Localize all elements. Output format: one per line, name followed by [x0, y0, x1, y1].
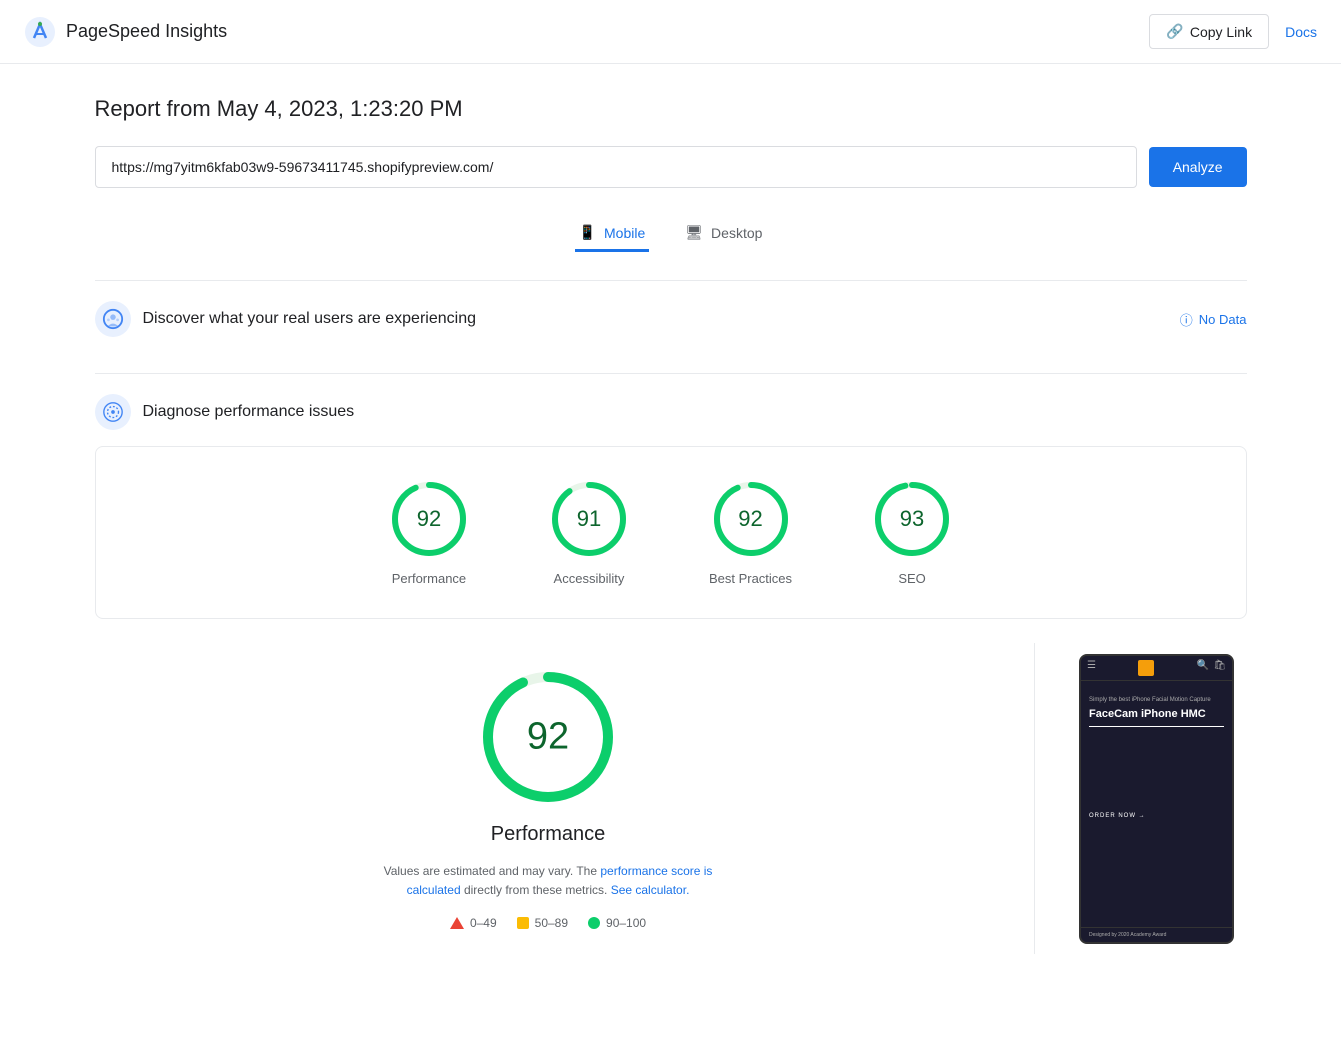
pagespeed-logo-icon [24, 16, 56, 48]
desktop-icon: 🖥 [685, 224, 703, 241]
performance-detail: 92 Performance Values are estimated and … [95, 643, 1247, 954]
phone-nav: ☰ 🔍 🛍 [1081, 656, 1232, 681]
score-card-best-practices[interactable]: 92 Best Practices [709, 479, 792, 586]
no-data-badge: ⓘ No Data [1180, 310, 1247, 329]
legend-mid-label: 50–89 [535, 916, 568, 930]
tab-mobile[interactable]: 📱 Mobile [575, 216, 650, 252]
discover-section: Discover what your real users are experi… [95, 280, 1247, 373]
url-input[interactable] [95, 146, 1137, 188]
legend-triangle-icon [450, 917, 464, 929]
link-icon: 🔗 [1166, 23, 1183, 40]
score-card-accessibility[interactable]: 91 Accessibility [549, 479, 629, 586]
legend-low-label: 0–49 [470, 916, 497, 930]
analyze-button[interactable]: Analyze [1149, 147, 1247, 187]
no-data-label: No Data [1199, 312, 1247, 327]
desktop-tab-label: Desktop [711, 225, 762, 241]
app-title: PageSpeed Insights [66, 21, 227, 42]
device-tabs: 📱 Mobile 🖥 Desktop [95, 216, 1247, 252]
phone-title-underline [1089, 726, 1224, 727]
phone-cta: ORDER NOW → [1081, 807, 1232, 825]
info-icon: ⓘ [1180, 310, 1193, 329]
performance-score-value: 92 [417, 506, 441, 532]
app-header: PageSpeed Insights 🔗 Copy Link Docs [0, 0, 1341, 64]
legend-high: 90–100 [588, 916, 646, 930]
vertical-divider [1034, 643, 1035, 954]
discover-section-left: Discover what your real users are experi… [95, 301, 476, 337]
perf-desc-mid: directly from these metrics. [464, 883, 607, 897]
performance-detail-left: 92 Performance Values are estimated and … [95, 643, 1002, 954]
best-practices-score-value: 92 [738, 506, 762, 532]
phone-menu-icon: ☰ [1087, 660, 1096, 676]
score-cards: 92 Performance 91 Accessibility [95, 446, 1247, 619]
performance-detail-right: ☰ 🔍 🛍 Simply the best iPhone Facial Moti… [1067, 643, 1247, 954]
performance-big-circle: 92 [478, 667, 618, 807]
docs-link[interactable]: Docs [1285, 24, 1317, 40]
performance-score-circle: 92 [389, 479, 469, 559]
phone-logo [1138, 660, 1154, 676]
legend-circle-icon [588, 917, 600, 929]
copy-link-button[interactable]: 🔗 Copy Link [1149, 14, 1269, 49]
legend-low: 0–49 [450, 916, 497, 930]
discover-section-title: Discover what your real users are experi… [143, 310, 476, 328]
perf-desc-static: Values are estimated and may vary. The [384, 864, 597, 878]
accessibility-score-label: Accessibility [554, 571, 625, 586]
legend-high-label: 90–100 [606, 916, 646, 930]
phone-screenshot: ☰ 🔍 🛍 Simply the best iPhone Facial Moti… [1079, 654, 1234, 944]
report-title: Report from May 4, 2023, 1:23:20 PM [95, 96, 1247, 122]
performance-score-label: Performance [392, 571, 466, 586]
accessibility-score-circle: 91 [549, 479, 629, 559]
diagnose-section-icon [95, 394, 131, 430]
diagnose-section-left: Diagnose performance issues [95, 394, 355, 430]
performance-legend: 0–49 50–89 90–100 [450, 916, 646, 930]
mobile-icon: 📱 [579, 224, 596, 241]
seo-score-circle: 93 [872, 479, 952, 559]
accessibility-score-value: 91 [577, 506, 601, 532]
url-bar: Analyze [95, 146, 1247, 188]
main-content: Report from May 4, 2023, 1:23:20 PM Anal… [71, 64, 1271, 1006]
see-calculator-link[interactable]: See calculator. [611, 883, 690, 897]
discover-section-icon [95, 301, 131, 337]
phone-nav-right: 🔍 🛍 [1197, 660, 1226, 676]
performance-detail-title: Performance [491, 823, 606, 846]
phone-nav-items: ☰ [1087, 660, 1096, 676]
phone-footer: Designed by 2020 Academy Award [1081, 927, 1232, 942]
best-practices-score-label: Best Practices [709, 571, 792, 586]
performance-description: Values are estimated and may vary. The p… [378, 862, 718, 900]
diagnose-section-header: Diagnose performance issues [95, 394, 1247, 430]
score-card-performance[interactable]: 92 Performance [389, 479, 469, 586]
copy-link-label: Copy Link [1190, 24, 1252, 40]
mobile-tab-label: Mobile [604, 225, 645, 241]
legend-mid: 50–89 [517, 916, 568, 930]
tab-desktop[interactable]: 🖥 Desktop [681, 216, 766, 252]
diagnose-section: Diagnose performance issues 92 Performan… [95, 373, 1247, 974]
discover-section-header: Discover what your real users are experi… [95, 301, 1247, 337]
phone-cart-icon: 🛍 [1213, 660, 1226, 676]
diagnose-section-title: Diagnose performance issues [143, 403, 355, 421]
phone-title: FaceCam iPhone HMC [1081, 703, 1232, 726]
seo-score-label: SEO [898, 571, 925, 586]
score-card-seo[interactable]: 93 SEO [872, 479, 952, 586]
seo-score-value: 93 [900, 506, 924, 532]
phone-subtitle: Simply the best iPhone Facial Motion Cap… [1081, 697, 1232, 703]
performance-big-score: 92 [527, 716, 569, 759]
header-actions: 🔗 Copy Link Docs [1149, 14, 1317, 49]
phone-search-icon: 🔍 [1197, 660, 1209, 676]
header-brand: PageSpeed Insights [24, 16, 227, 48]
best-practices-score-circle: 92 [711, 479, 791, 559]
legend-square-icon [517, 917, 529, 929]
